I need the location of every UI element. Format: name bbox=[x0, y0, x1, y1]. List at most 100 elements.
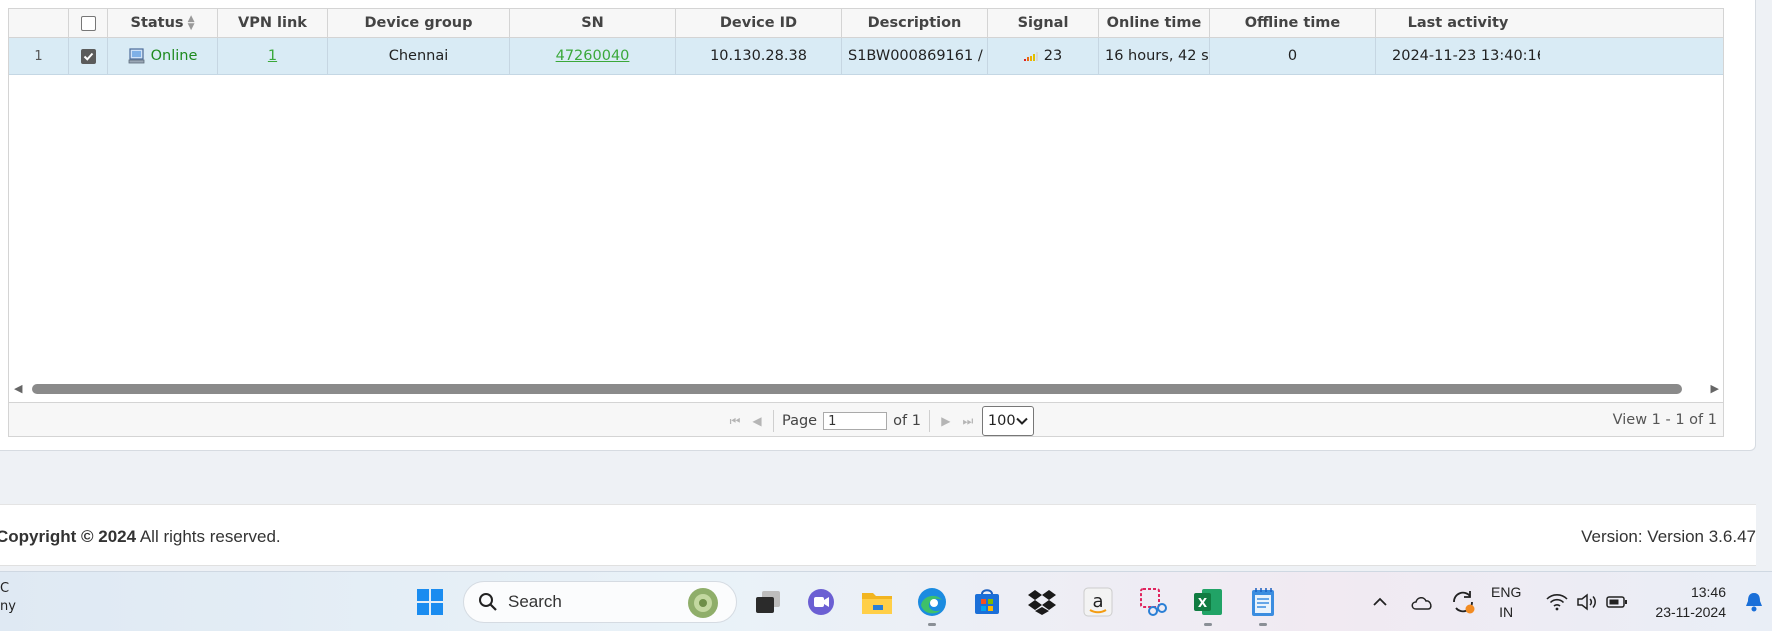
sync-update-icon[interactable] bbox=[1447, 586, 1479, 618]
vpn-link-cell: 1 bbox=[218, 38, 328, 74]
copyright-text: Copyright © 2024 All rights reserved. bbox=[0, 527, 281, 547]
taskbar-search[interactable]: Search bbox=[463, 581, 737, 623]
header-offline-time[interactable]: Offline time bbox=[1210, 9, 1376, 37]
microsoft-store-icon[interactable] bbox=[971, 586, 1003, 618]
row-checkbox[interactable] bbox=[80, 48, 96, 64]
online-time-cell: 16 hours, 42 sec bbox=[1099, 38, 1210, 74]
signal-cell: 23 bbox=[988, 38, 1099, 74]
task-view-icon[interactable] bbox=[752, 586, 784, 618]
clock-time: 13:46 bbox=[1690, 584, 1726, 600]
row-index: 1 bbox=[9, 38, 69, 74]
weather-temp: C bbox=[0, 581, 10, 596]
sort-icon: ▲ ▼ bbox=[187, 14, 195, 32]
vpn-link[interactable]: 1 bbox=[268, 48, 277, 64]
scrollbar-thumb[interactable] bbox=[32, 384, 1682, 394]
pager: ⏮ ◀ Page of 1 ▶ ⏭ 100 View 1 - 1 of 1 bbox=[9, 403, 1723, 436]
volume-icon[interactable] bbox=[1571, 586, 1603, 618]
main-panel: Status ▲ ▼ VPN link Device group SN Devic… bbox=[0, 0, 1756, 451]
header-status-label: Status bbox=[130, 15, 184, 31]
pager-separator bbox=[928, 410, 930, 432]
scroll-left-icon[interactable]: ◀ bbox=[14, 382, 22, 395]
header-status[interactable]: Status ▲ ▼ bbox=[108, 9, 218, 37]
windows-start-icon[interactable] bbox=[414, 586, 446, 618]
header-last-activity[interactable]: Last activity bbox=[1376, 9, 1540, 37]
windows-taskbar: C ny Search a X ENG IN 13:46 23-11-2024 bbox=[0, 571, 1772, 631]
last-activity-cell: 2024-11-23 13:40:16 bbox=[1392, 48, 1540, 64]
svg-text:a: a bbox=[1092, 591, 1103, 612]
file-explorer-icon[interactable] bbox=[861, 586, 893, 618]
sn-link[interactable]: 47260040 bbox=[556, 48, 630, 64]
header-index bbox=[9, 9, 69, 37]
first-page-icon[interactable]: ⏮ bbox=[727, 414, 743, 429]
amazon-icon[interactable]: a bbox=[1082, 586, 1114, 618]
excel-icon[interactable]: X bbox=[1192, 586, 1224, 618]
view-records-info: View 1 - 1 of 1 bbox=[1612, 412, 1717, 428]
header-select-all bbox=[69, 9, 108, 37]
wifi-icon[interactable] bbox=[1541, 586, 1573, 618]
chevron-down-icon bbox=[1016, 417, 1028, 425]
offline-time-cell: 0 bbox=[1210, 38, 1376, 74]
language-indicator[interactable]: ENG IN bbox=[1491, 582, 1521, 622]
table-row[interactable]: 1 Online 1 Chennai 47260040 10.130.28.38… bbox=[9, 38, 1723, 75]
svg-text:X: X bbox=[1198, 596, 1208, 610]
snipping-tool-icon[interactable] bbox=[1137, 586, 1169, 618]
rows-per-page-select[interactable]: 100 bbox=[981, 406, 1034, 436]
running-indicator bbox=[928, 623, 936, 626]
battery-icon[interactable] bbox=[1601, 586, 1633, 618]
copyright-bold: Copyright © 2024 bbox=[0, 527, 137, 546]
running-indicator bbox=[1204, 623, 1212, 626]
onedrive-icon[interactable] bbox=[1406, 586, 1438, 618]
system-clock[interactable]: 13:46 23-11-2024 bbox=[1646, 582, 1726, 622]
sn-cell: 47260040 bbox=[510, 38, 676, 74]
row-select-cell bbox=[69, 38, 108, 74]
edge-browser-icon[interactable] bbox=[916, 586, 948, 618]
status-cell: Online bbox=[108, 38, 218, 74]
search-label: Search bbox=[508, 592, 562, 611]
status-online-text: Online bbox=[150, 48, 198, 64]
signal-value: 23 bbox=[1043, 48, 1063, 64]
device-group-cell: Chennai bbox=[328, 38, 510, 74]
device-grid: Status ▲ ▼ VPN link Device group SN Devic… bbox=[8, 8, 1724, 437]
page-number-input[interactable] bbox=[823, 412, 888, 430]
language-code: ENG bbox=[1491, 584, 1522, 600]
next-page-icon[interactable]: ▶ bbox=[938, 414, 954, 428]
running-indicator bbox=[1259, 623, 1267, 626]
notification-bell-icon[interactable] bbox=[1738, 586, 1770, 618]
prev-page-icon[interactable]: ◀ bbox=[749, 414, 765, 428]
header-sn[interactable]: SN bbox=[510, 9, 676, 37]
version-text: Version: Version 3.6.47 bbox=[1581, 527, 1756, 546]
dropbox-icon[interactable] bbox=[1026, 586, 1058, 618]
search-highlight-icon bbox=[688, 588, 718, 618]
search-icon bbox=[479, 593, 497, 611]
page-footer: Copyright © 2024 All rights reserved. Ve… bbox=[0, 504, 1756, 566]
show-hidden-icons-icon[interactable] bbox=[1364, 586, 1396, 618]
scroll-right-icon[interactable]: ▶ bbox=[1711, 382, 1719, 395]
pager-controls: ⏮ ◀ Page of 1 ▶ ⏭ 100 bbox=[727, 406, 1034, 436]
language-region: IN bbox=[1499, 604, 1514, 620]
header-device-id[interactable]: Device ID bbox=[676, 9, 842, 37]
notepad-icon[interactable] bbox=[1247, 586, 1279, 618]
copyright-rest: All rights reserved. bbox=[136, 527, 281, 546]
header-vpn-link[interactable]: VPN link bbox=[218, 9, 328, 37]
signal-bars-icon bbox=[1023, 52, 1038, 61]
header-signal[interactable]: Signal bbox=[988, 9, 1099, 37]
weather-condition: ny bbox=[0, 599, 16, 614]
header-device-group[interactable]: Device group bbox=[328, 9, 510, 37]
pager-separator bbox=[773, 410, 774, 432]
grid-header: Status ▲ ▼ VPN link Device group SN Devic… bbox=[9, 9, 1723, 38]
clock-date: 23-11-2024 bbox=[1655, 604, 1726, 620]
description-cell: S1BW000869161 / 53: bbox=[842, 38, 988, 74]
header-description[interactable]: Description bbox=[842, 9, 988, 37]
rows-per-page-value: 100 bbox=[987, 413, 1016, 429]
header-online-time[interactable]: Online time bbox=[1099, 9, 1210, 37]
device-id-cell: 10.130.28.38 bbox=[676, 38, 842, 74]
weather-widget[interactable]: C ny bbox=[0, 580, 16, 616]
computer-icon bbox=[128, 48, 145, 64]
page-label: Page bbox=[782, 413, 818, 429]
select-all-checkbox[interactable] bbox=[80, 15, 96, 31]
last-page-icon[interactable]: ⏭ bbox=[960, 414, 976, 429]
teams-meet-icon[interactable] bbox=[805, 586, 837, 618]
horizontal-scrollbar[interactable]: ◀ ▶ bbox=[9, 375, 1723, 403]
page-of-label: of 1 bbox=[893, 413, 921, 429]
check-icon bbox=[83, 52, 93, 61]
